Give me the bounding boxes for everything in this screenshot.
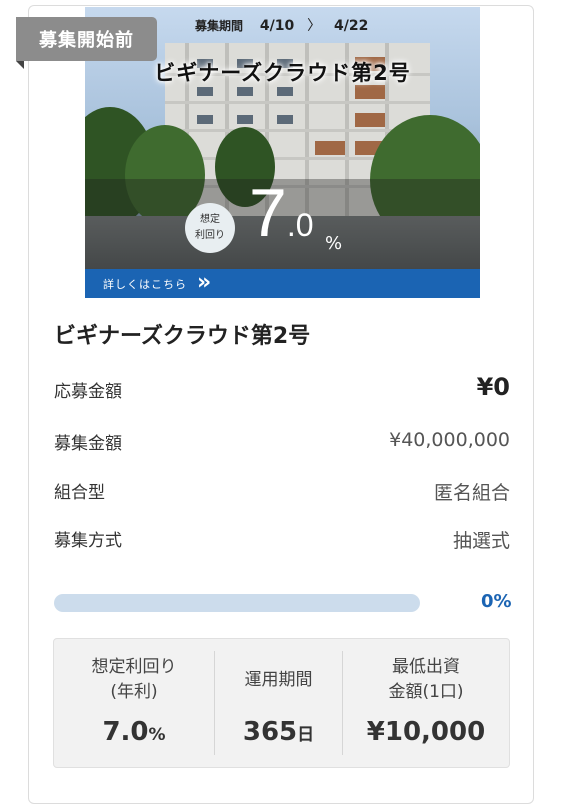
yield-label-line2: 利回り	[195, 230, 225, 241]
fund-title[interactable]: ビギナーズクラウド第2号	[54, 318, 310, 350]
row-label: 募集方式	[54, 531, 122, 551]
period-end: 4/22	[333, 18, 369, 34]
period-label: 募集期間	[195, 19, 244, 33]
row-label: 応募金額	[54, 382, 122, 402]
status-badge: 募集開始前	[16, 17, 157, 61]
stat-label-sub: (年利)	[110, 682, 158, 702]
detail-link[interactable]: 詳しくはこちら »	[85, 269, 480, 298]
stat-unit: %	[148, 725, 166, 745]
yield-integer: 7	[249, 175, 287, 251]
yield-decimal: .0	[286, 207, 314, 243]
stat-expected-yield: 想定利回り (年利) 7.0%	[54, 639, 214, 767]
row-offering-method: 募集方式 抽選式	[54, 522, 510, 552]
row-label: 募集金額	[54, 434, 122, 454]
funding-progress-bar	[54, 594, 420, 612]
banner-title: ビギナーズクラウド第2号	[154, 61, 411, 85]
row-value: 匿名組合	[433, 482, 510, 504]
row-value: 抽選式	[452, 530, 510, 552]
detail-link-text[interactable]: 詳しくはこちら	[103, 276, 187, 292]
stat-number: ¥10,000	[366, 717, 486, 747]
stat-operation-period: 運用期間 365日	[215, 639, 342, 767]
row-label: 組合型	[54, 483, 105, 503]
stat-number: 7.0	[102, 717, 149, 747]
row-offering-amount: 募集金額 ¥40,000,000	[54, 425, 510, 455]
row-partnership-type: 組合型 匿名組合	[54, 474, 510, 504]
double-chevron-right-icon: »	[197, 270, 211, 295]
banner-yield-value: 7.0	[249, 179, 314, 247]
offering-period: 募集期間 4/10 〉 4/22	[195, 15, 368, 35]
period-start: 4/10	[259, 18, 295, 34]
stat-value: ¥10,000	[343, 717, 509, 747]
stat-label-sub: 金額(1口)	[388, 682, 464, 702]
funding-progress-percent: 0%	[481, 591, 512, 612]
stat-label: 最低出資	[392, 657, 460, 677]
stat-value: 7.0%	[54, 717, 214, 747]
stat-minimum-investment: 最低出資 金額(1口) ¥10,000	[343, 639, 509, 767]
row-value: ¥0	[476, 373, 510, 401]
yield-unit: %	[325, 233, 343, 254]
yield-label-line1: 想定	[200, 214, 220, 225]
stat-value: 365日	[215, 717, 342, 747]
row-application-amount: 応募金額 ¥0	[54, 373, 510, 403]
row-value: ¥40,000,000	[389, 429, 510, 451]
yield-label-badge: 想定 利回り	[185, 203, 235, 253]
period-arrow-icon: 〉	[307, 18, 322, 34]
stat-unit: 日	[297, 725, 315, 745]
badge-fold-decoration	[16, 61, 24, 69]
stats-panel: 想定利回り (年利) 7.0% 運用期間 365日 最低出資 金額(1口) ¥1…	[53, 638, 510, 768]
stat-label: 運用期間	[244, 670, 313, 690]
stat-number: 365	[242, 717, 298, 747]
stat-label: 想定利回り	[91, 657, 177, 677]
